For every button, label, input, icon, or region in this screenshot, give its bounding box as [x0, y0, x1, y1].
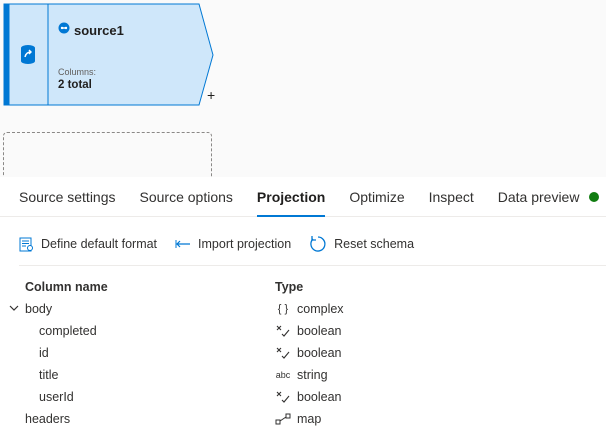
data-flow-canvas[interactable]: source1 Columns: 2 total + — [0, 0, 606, 182]
boolean-icon — [275, 347, 291, 359]
column-name: body — [25, 302, 53, 316]
source-node[interactable]: source1 Columns: 2 total + — [3, 3, 215, 106]
add-source-placeholder[interactable] — [3, 132, 212, 182]
map-icon — [275, 413, 291, 425]
column-type: string — [297, 368, 328, 382]
source-database-icon — [13, 39, 43, 69]
tab-projection[interactable]: Projection — [256, 177, 326, 217]
import-arrow-icon — [175, 240, 191, 248]
chevron-down-icon[interactable] — [9, 302, 19, 316]
reset-schema-button[interactable]: Reset schema — [309, 235, 414, 253]
tab-source-settings[interactable]: Source settings — [19, 177, 116, 217]
projection-toolbar: Define default format Import projection … — [0, 232, 432, 256]
table-row[interactable]: body { } complex — [0, 298, 606, 320]
column-type: boolean — [297, 324, 342, 338]
import-projection-label: Import projection — [198, 237, 292, 251]
reset-schema-label: Reset schema — [334, 237, 415, 251]
status-indicator — [589, 191, 600, 202]
column-name: headers — [25, 412, 71, 426]
column-type: boolean — [297, 390, 342, 404]
column-name: userId — [39, 390, 74, 404]
column-type: boolean — [297, 346, 342, 360]
columns-label: Columns: — [58, 67, 97, 77]
table-row[interactable]: title abc string — [0, 364, 606, 386]
settings-tabs: Source settings Source options Projectio… — [0, 177, 606, 217]
boolean-icon — [275, 325, 291, 337]
column-type: complex — [297, 302, 344, 316]
column-name: id — [39, 346, 49, 360]
table-row[interactable]: headers map — [0, 408, 606, 430]
source-node-title: source1 — [74, 22, 124, 38]
tab-inspect[interactable]: Inspect — [429, 177, 474, 217]
format-icon — [19, 237, 33, 251]
table-row[interactable]: userId boolean — [0, 386, 606, 408]
column-name-header: Column name — [25, 280, 108, 294]
table-row[interactable]: completed boolean — [0, 320, 606, 342]
type-header: Type — [275, 280, 304, 294]
define-default-format-label: Define default format — [41, 237, 158, 251]
column-name: title — [39, 368, 59, 382]
tab-source-options[interactable]: Source options — [140, 177, 233, 217]
projection-table: Column name Type body { } complex complet… — [0, 276, 606, 430]
columns-total: 2 total — [58, 79, 92, 91]
tab-optimize[interactable]: Optimize — [349, 177, 404, 217]
add-transformation-button[interactable]: + — [207, 87, 215, 103]
table-row[interactable]: id boolean — [0, 342, 606, 364]
import-projection-button[interactable]: Import projection — [175, 237, 291, 251]
define-default-format-button[interactable]: Define default format — [19, 237, 157, 252]
boolean-icon — [275, 391, 291, 403]
braces-icon: { } — [277, 303, 289, 315]
reset-icon — [310, 236, 326, 252]
column-name: completed — [39, 324, 97, 338]
tab-data-preview[interactable]: Data preview — [498, 177, 580, 217]
string-icon: abc — [275, 370, 291, 380]
source-type-icon — [58, 21, 70, 39]
toolbar-divider — [19, 265, 606, 266]
column-type: map — [297, 412, 322, 426]
table-header: Column name Type — [0, 276, 606, 298]
